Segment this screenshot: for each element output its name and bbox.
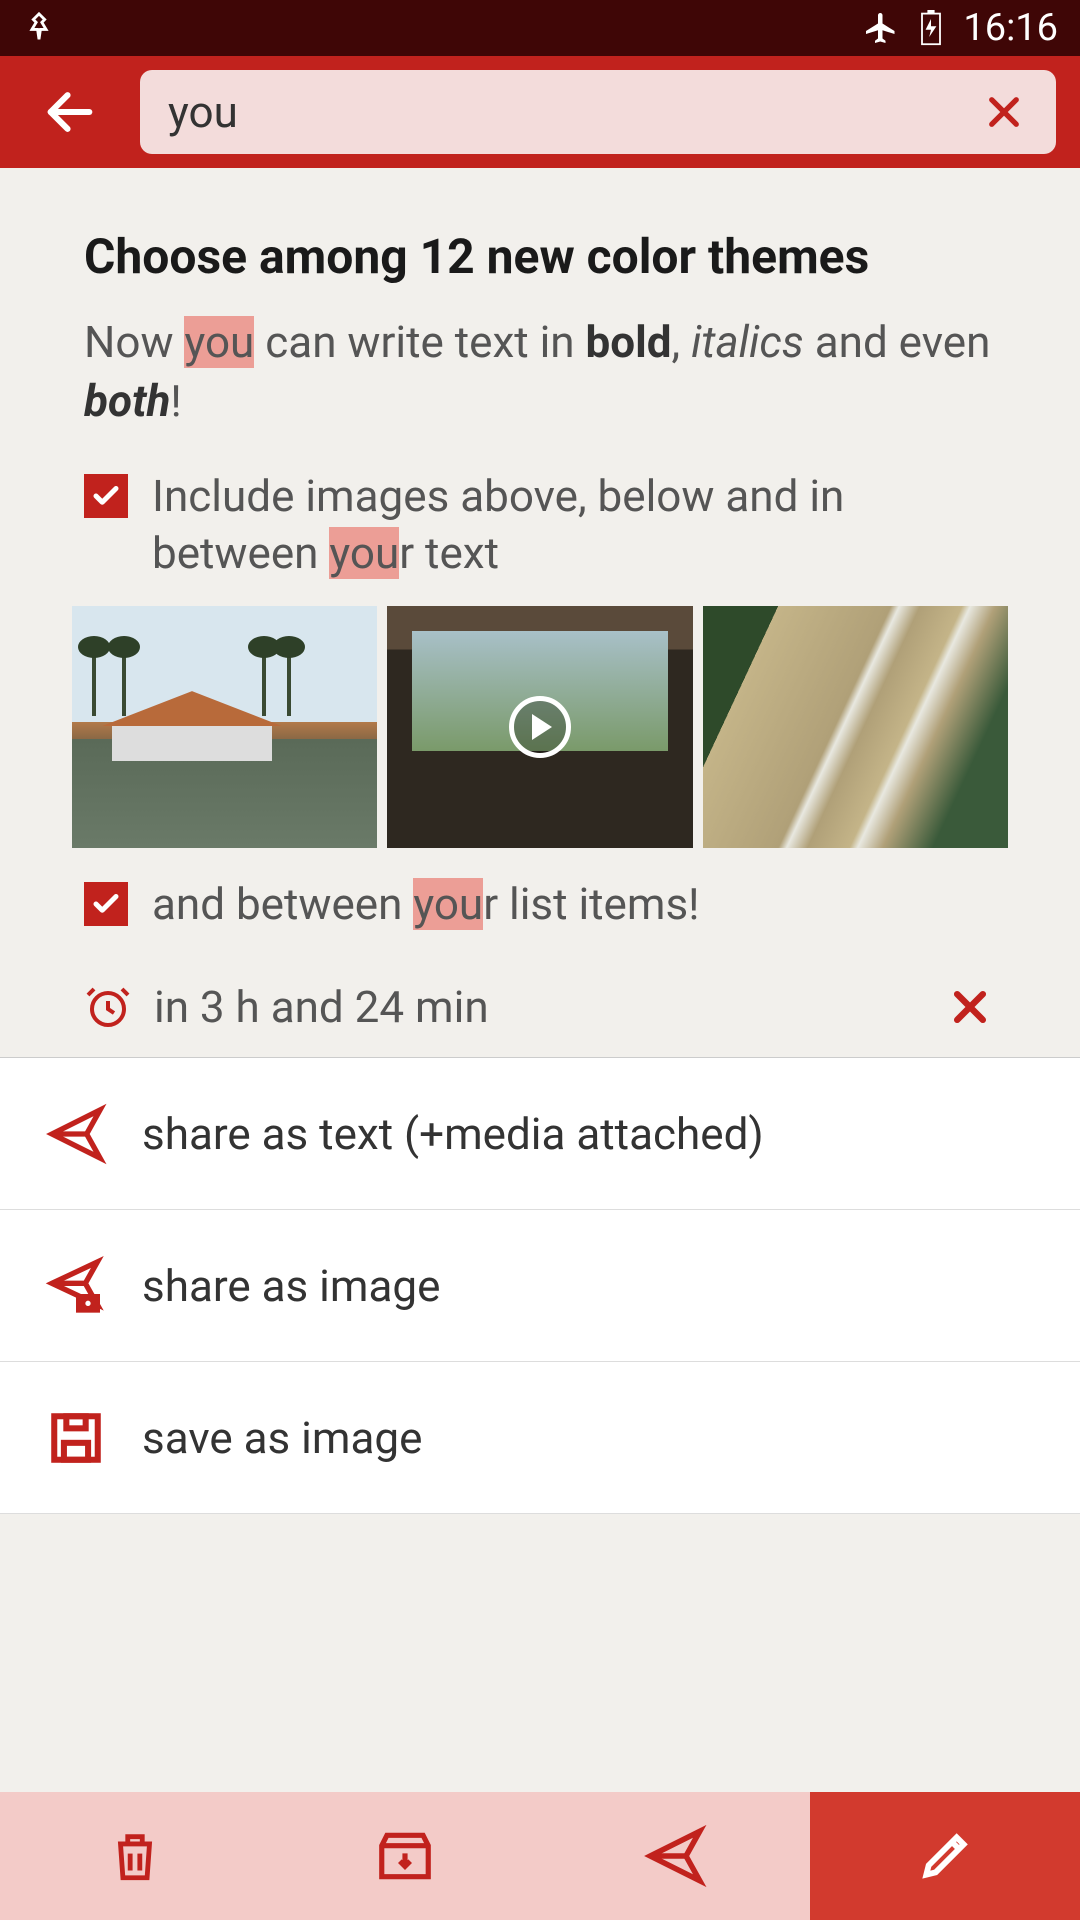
note-body: Now you can write text in bold, italics … bbox=[84, 313, 996, 432]
play-icon bbox=[509, 696, 571, 758]
checkbox-checked-icon[interactable] bbox=[84, 474, 128, 518]
action-label: share as image bbox=[142, 1260, 440, 1312]
checkbox-checked-icon[interactable] bbox=[84, 882, 128, 926]
airplane-icon bbox=[863, 10, 899, 46]
bottom-bar bbox=[0, 1792, 1080, 1920]
highlight: you bbox=[413, 878, 483, 930]
checklist-item[interactable]: Include images above, below and in betwe… bbox=[84, 468, 996, 582]
checklist-item[interactable]: and between your list items! bbox=[84, 876, 996, 933]
battery-charging-icon bbox=[917, 10, 945, 46]
share-as-image-button[interactable]: share as image bbox=[0, 1210, 1080, 1362]
send-image-icon bbox=[40, 1254, 112, 1318]
archive-button[interactable] bbox=[270, 1792, 540, 1920]
search-input[interactable] bbox=[168, 86, 980, 138]
share-as-text-button[interactable]: share as text (+media attached) bbox=[0, 1058, 1080, 1210]
action-sheet: share as text (+media attached) share as… bbox=[0, 1058, 1080, 1514]
checklist-text: Include images above, below and in betwe… bbox=[152, 468, 996, 582]
send-icon bbox=[40, 1102, 112, 1166]
edit-button[interactable] bbox=[810, 1792, 1080, 1920]
action-label: share as text (+media attached) bbox=[142, 1108, 764, 1160]
app-bar bbox=[0, 56, 1080, 168]
share-button[interactable] bbox=[540, 1792, 810, 1920]
reminder-row[interactable]: in 3 h and 24 min bbox=[84, 957, 996, 1057]
delete-button[interactable] bbox=[0, 1792, 270, 1920]
reminder-text: in 3 h and 24 min bbox=[154, 981, 948, 1033]
checklist-text: and between your list items! bbox=[152, 876, 700, 933]
image-thumbnail[interactable] bbox=[72, 606, 377, 848]
pin-icon bbox=[22, 11, 56, 45]
clear-search-button[interactable] bbox=[980, 88, 1028, 136]
image-row bbox=[72, 606, 1008, 848]
back-button[interactable] bbox=[0, 56, 140, 168]
action-label: save as image bbox=[142, 1412, 422, 1464]
video-thumbnail[interactable] bbox=[387, 606, 692, 848]
remove-reminder-button[interactable] bbox=[948, 985, 996, 1029]
note-content: Choose among 12 new color themes Now you… bbox=[0, 168, 1080, 1058]
status-bar: 16:16 bbox=[0, 0, 1080, 56]
alarm-icon bbox=[84, 983, 132, 1031]
search-box[interactable] bbox=[140, 70, 1056, 154]
highlight: you bbox=[329, 527, 399, 579]
note-title: Choose among 12 new color themes bbox=[84, 228, 996, 285]
status-time: 16:16 bbox=[963, 6, 1058, 50]
highlight: you bbox=[184, 316, 254, 368]
save-as-image-button[interactable]: save as image bbox=[0, 1362, 1080, 1514]
save-icon bbox=[40, 1409, 112, 1467]
image-thumbnail[interactable] bbox=[703, 606, 1008, 848]
